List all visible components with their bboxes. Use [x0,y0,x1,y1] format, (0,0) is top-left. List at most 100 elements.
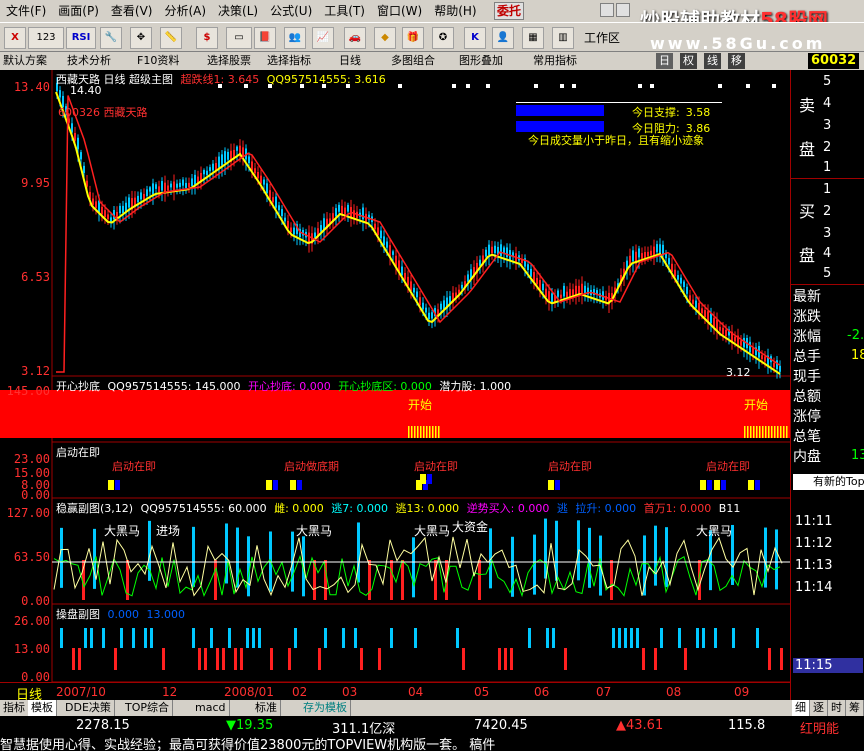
candle-body [698,303,700,312]
tab-standard[interactable]: 标准 [252,700,281,716]
panel4-f1: QQ957514555: 60.000 [140,502,267,515]
panel2-bar [408,426,410,438]
tick-time-3: 11:13 [795,558,833,573]
field-limit-up: 涨停 [793,409,821,425]
panel2-bar [429,426,431,438]
tab-move[interactable]: 移 [728,53,745,69]
candle-body [185,182,187,188]
tab-line[interactable]: 线 [704,53,721,69]
dollar-icon[interactable]: $ [196,27,218,49]
tab-save-template[interactable]: 存为模板 [300,700,351,716]
tab-indicator[interactable]: 指标 [0,700,29,716]
panel4-cyan-bar [60,527,63,588]
select-stock-button[interactable]: 选择股票 [204,53,254,69]
menu-help[interactable]: 帮助(H) [428,0,482,22]
panel5-cyan-bar [258,628,261,648]
group-icon[interactable]: 👥 [284,27,306,49]
chart-area[interactable]: 西藏天路 日线 超级主图 超跌线1: 3.645 QQ957514555: 3.… [0,70,790,703]
f10-button[interactable]: F10资料 [134,53,182,69]
window-close-icon[interactable] [616,3,630,17]
panel5-cyan-bar [696,628,699,648]
select-indicator-button[interactable]: 选择指标 [264,53,314,69]
panel5-title: 操盘副图 0.000 13.000 [56,606,185,622]
tape-icon[interactable]: ▭ [226,27,252,49]
news-ticker[interactable]: 智慧据使用心得、实战经验；最高可获得价值23800元的TOPVIEW机构版一套。… [0,734,864,751]
k-icon[interactable]: K [464,27,486,49]
candle-body [293,227,295,235]
menu-tools[interactable]: 工具(T) [318,0,371,22]
news-link[interactable]: 有新的Top [793,474,864,490]
main-panel-title: 西藏天路 日线 超级主图 超跌线1: 3.645 QQ957514555: 3.… [56,71,386,87]
book-icon[interactable]: 📕 [254,27,276,49]
menu-formula[interactable]: 公式(U) [264,0,318,22]
multi-chart-button[interactable]: 多图组合 [388,53,438,69]
candle-body [407,276,409,286]
candle-body [104,210,106,218]
tab-macd[interactable]: macd [192,700,230,716]
tab-top[interactable]: TOP综合 [122,700,174,716]
overlay-button[interactable]: 图形叠加 [456,53,506,69]
candle-body [206,170,208,175]
panel2-bar [435,426,437,438]
tab-template[interactable]: 模板 [28,700,57,716]
menu-screen[interactable]: 画面(P) [52,0,105,22]
menu-view[interactable]: 查看(V) [105,0,159,22]
candle-body [440,303,442,310]
candle-body [122,205,124,214]
people-icon[interactable]: 👤 [492,27,514,49]
candle-body [674,269,676,277]
axis-main-4: 3.12 [21,364,50,378]
blocks-icon[interactable]: ▦ [522,27,544,49]
panel5-red-bar [198,648,201,670]
numbers-icon[interactable]: 123 [28,27,64,49]
tab-detail[interactable]: 细 [792,700,810,716]
tab-right[interactable]: 权 [680,53,697,69]
status-bar: 2278.15 ▼19.35 311.1亿深 7420.45 ▲43.61 11… [0,716,864,737]
ruler-icon[interactable]: 📏 [160,27,182,49]
x-icon[interactable]: X [4,27,26,49]
tab-day[interactable]: 日 [656,53,673,69]
candle-body [155,184,157,189]
window-min-icon[interactable] [600,3,614,17]
workspace-label[interactable]: 工作区 [584,29,620,46]
common-indicator-button[interactable]: 常用指标 [530,53,580,69]
tab-dde[interactable]: DDE决策 [62,700,115,716]
field-current: 现手 [793,369,821,385]
sell-level-1: 1 [823,160,832,175]
date-10: 08 [666,685,682,699]
compass-icon[interactable]: ✪ [432,27,454,49]
panel4-wave-yellow [53,536,783,597]
top-dot [534,84,538,88]
tab-time[interactable]: 时 [828,700,846,716]
panel5-red-bar [318,648,321,670]
menu-decision[interactable]: 决策(L) [212,0,264,22]
menu-analysis[interactable]: 分析(A) [158,0,212,22]
bars-icon[interactable]: ▥ [552,27,574,49]
menu-file[interactable]: 文件(F) [0,0,52,22]
daily-button[interactable]: 日线 [336,53,364,69]
top-dot [466,84,470,88]
rsi-icon[interactable]: RSI [66,27,96,49]
watermark-url: www.58Gu.com [650,34,826,53]
tech-analysis-button[interactable]: 技术分析 [64,53,114,69]
move-icon[interactable]: ✥ [130,27,152,49]
candle-body [752,348,754,354]
default-scheme-button[interactable]: 默认方案 [0,53,50,69]
tab-tick[interactable]: 逐 [810,700,828,716]
tab-chip[interactable]: 筹 [846,700,864,716]
wrench-icon[interactable]: 🔧 [100,27,122,49]
delegate-button[interactable]: 委托 [494,2,524,20]
menu-window[interactable]: 窗口(W) [371,0,428,22]
candle-body [320,225,322,232]
panel5-red-bar [270,648,273,670]
candle-body [740,340,742,346]
date-1: 2007/10 [56,685,106,699]
graph-icon[interactable]: 📈 [312,27,334,49]
gift-icon[interactable]: 🎁 [402,27,424,49]
car-icon[interactable]: 🚗 [344,27,366,49]
candle-body [560,294,562,299]
index2-change: ▲43.61 [616,718,664,733]
candle-body [101,206,103,215]
panel4-label-enter-1: 进场 [156,524,181,538]
diamond-icon[interactable]: ◆ [374,27,396,49]
